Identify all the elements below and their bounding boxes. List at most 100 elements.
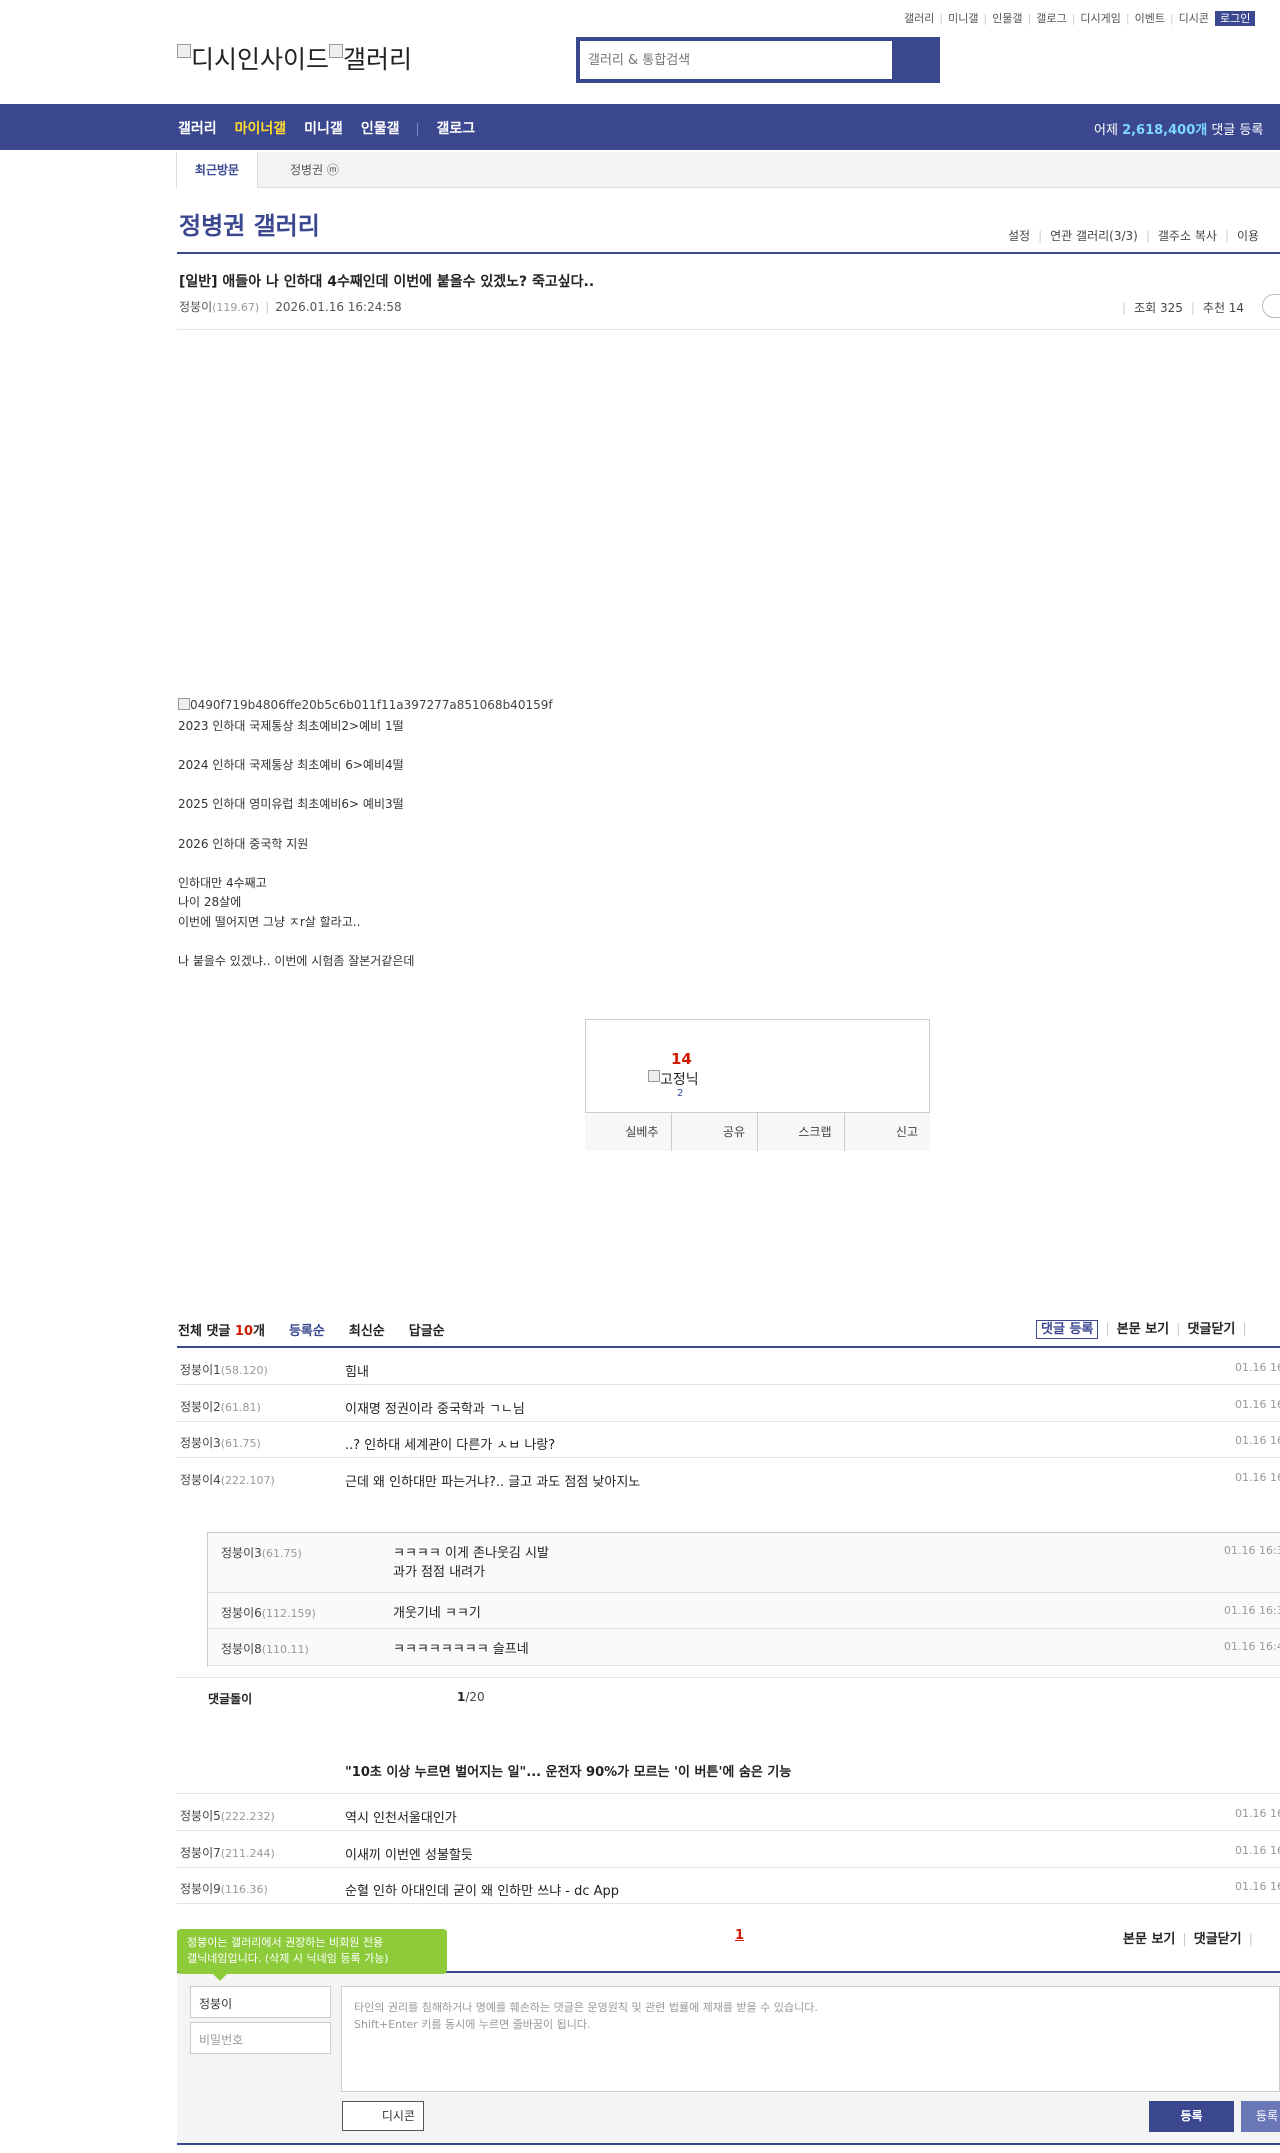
report-button[interactable]: 신고 bbox=[845, 1113, 931, 1151]
comment-stats-prefix: 어제 bbox=[1094, 123, 1123, 138]
pager-actions: 본문 보기 | 댓글닫기 | bbox=[1123, 1932, 1253, 1947]
comment-stats: 어제 2,618,400개 댓글 등록 bbox=[1094, 119, 1263, 138]
fixed-nick-recommend[interactable]: 고정닉 bbox=[648, 1069, 699, 1089]
nickname-field[interactable]: 정붕이 bbox=[190, 1986, 331, 2018]
nav-gallery[interactable]: 갤러리 bbox=[178, 121, 217, 137]
comment-nick-name: 정붕이2 bbox=[180, 1400, 221, 1414]
site-logo[interactable]: 디시인사이드 갤러리 bbox=[177, 40, 412, 76]
share-button[interactable]: 공유 bbox=[672, 1113, 758, 1151]
comment-text: 역시 인천서울대인가 bbox=[345, 1811, 457, 1826]
comment-ip: (222.232) bbox=[220, 1810, 275, 1823]
comment-text: ..? 인하대 세계관이 다른가 ㅅㅂ 나랑? bbox=[345, 1438, 556, 1453]
broken-image-icon bbox=[648, 1070, 660, 1082]
comment-nick[interactable]: 정붕이3(61.75) bbox=[180, 1434, 261, 1451]
view-post-button[interactable]: 본문 보기 bbox=[1117, 1322, 1169, 1337]
comment-row: 정붕이4(222.107) 근데 왜 인하대만 파는거냐?.. 글고 과도 점점… bbox=[177, 1458, 1280, 1532]
reply-nick[interactable]: 정붕이6(112.159) bbox=[221, 1604, 316, 1621]
comment-nick[interactable]: 정붕이5(222.232) bbox=[180, 1807, 275, 1824]
password-field[interactable]: 비밀번호 bbox=[190, 2022, 331, 2054]
comment-text: 이재명 정권이라 중국학과 ㄱㄴ님 bbox=[345, 1402, 525, 1417]
top-link-gallery[interactable]: 갤러리 bbox=[904, 12, 934, 25]
bottom-divider bbox=[177, 2143, 1280, 2145]
comments-total-prefix: 전체 댓글 bbox=[178, 1324, 235, 1339]
comment-ip: (58.120) bbox=[220, 1364, 268, 1377]
recent-visit-item[interactable]: 정병권 ⓜ bbox=[290, 152, 339, 188]
comment-nick-name: 정붕이7 bbox=[180, 1846, 221, 1860]
best-recommend-button[interactable]: 실베추 bbox=[585, 1113, 672, 1151]
scrap-button[interactable]: 스크랩 bbox=[758, 1113, 845, 1151]
comment-row: 정붕이7(211.244) 이새끼 이번엔 성불할듯 01.16 16 bbox=[177, 1831, 1280, 1868]
usage-link[interactable]: 이용 bbox=[1237, 229, 1259, 243]
comment-bot-page-total: /20 bbox=[465, 1690, 485, 1704]
top-link-event[interactable]: 이벤트 bbox=[1135, 12, 1165, 25]
nav-gallog[interactable]: 갤로그 bbox=[436, 121, 475, 137]
view-post-button-bottom[interactable]: 본문 보기 bbox=[1123, 1932, 1175, 1947]
top-link-gallog[interactable]: 갤로그 bbox=[1036, 12, 1066, 25]
comment-nick[interactable]: 정붕이4(222.107) bbox=[180, 1471, 275, 1488]
recent-visit-bar: 최근방문 정병권 ⓜ bbox=[176, 152, 1280, 188]
nav-person-gallery[interactable]: 인물갤 bbox=[361, 121, 400, 137]
gallery-title[interactable]: 정병권 갤러리 bbox=[179, 206, 320, 241]
related-gallery-link[interactable]: 연관 갤러리(3/3) bbox=[1050, 229, 1138, 243]
comment-date: 01.16 16 bbox=[1235, 1471, 1280, 1484]
top-link-mini[interactable]: 미니갤 bbox=[948, 12, 978, 25]
post-author[interactable]: 정붕이 bbox=[179, 300, 212, 314]
comments-total-count: 10 bbox=[234, 1324, 253, 1339]
comment-nick[interactable]: 정붕이1(58.120) bbox=[180, 1361, 268, 1378]
reply-ip: (110.11) bbox=[261, 1643, 309, 1656]
top-link-dccon[interactable]: 디시콘 bbox=[1179, 12, 1209, 25]
recent-visit-label: 최근방문 bbox=[176, 152, 258, 188]
comment-ip: (211.244) bbox=[220, 1847, 275, 1860]
broken-image-icon bbox=[177, 44, 191, 58]
gallery-divider bbox=[177, 252, 1280, 254]
post-stats: | 조회 325 | 추천 14 bbox=[1122, 301, 1245, 315]
comment-nick[interactable]: 정붕이2(61.81) bbox=[180, 1398, 261, 1415]
comment-nick[interactable]: 정붕이7(211.244) bbox=[180, 1844, 275, 1861]
reply-row: 정붕이3(61.75) ㅋㅋㅋㅋ 이게 존나웃김 시발 과가 점점 내려가 01… bbox=[207, 1533, 1280, 1593]
copy-gallery-url-link[interactable]: 갤주소 복사 bbox=[1158, 229, 1217, 243]
comments-total-suffix: 개 bbox=[253, 1324, 265, 1339]
comments-actions: 댓글 등록 | 본문 보기 | 댓글닫기 | bbox=[1036, 1318, 1254, 1339]
post-title: [일반] 애들아 나 인하대 4수째인데 이번에 붙을수 있겠노? 죽고싶다.. bbox=[179, 274, 595, 290]
submit-recommend-button[interactable]: 등록 bbox=[1241, 2101, 1280, 2132]
search-input[interactable] bbox=[580, 41, 890, 79]
close-comments-button-bottom[interactable]: 댓글닫기 bbox=[1194, 1932, 1242, 1947]
nav-mini-gallery[interactable]: 미니갤 bbox=[304, 121, 343, 137]
reply-ip: (61.75) bbox=[261, 1547, 302, 1560]
ad-headline[interactable]: "10초 이상 누르면 벌어지는 일"... 운전자 90%가 모르는 '이 버… bbox=[345, 1761, 791, 1780]
nickname-tooltip: 정붕이는 갤러리에서 권장하는 비회원 전용 갤닉네임입니다. (삭제 시 닉네… bbox=[177, 1929, 447, 1981]
comment-stats-count: 2,618,400개 bbox=[1122, 123, 1208, 138]
comment-date: 01.16 16 bbox=[1235, 1434, 1280, 1447]
top-links: 갤러리 | 미니갤 | 인물갤 | 갤로그 | 디시게임 | 이벤트 | 디시콘 로그인 bbox=[904, 10, 1256, 26]
post-date: 2026.01.16 16:24:58 bbox=[275, 300, 402, 314]
comment-page-current[interactable]: 1 bbox=[735, 1928, 744, 1943]
top-link-game[interactable]: 디시게임 bbox=[1080, 12, 1120, 25]
comment-textarea[interactable]: 타인의 권리를 침해하거나 명예를 훼손하는 댓글은 운영원칙 및 관련 법률에… bbox=[341, 1986, 1280, 2092]
gallery-settings-link[interactable]: 설정 bbox=[1008, 229, 1030, 243]
submit-comment-button[interactable]: 등록 bbox=[1149, 2101, 1234, 2132]
top-link-person[interactable]: 인물갤 bbox=[992, 12, 1022, 25]
write-comment-button[interactable]: 댓글 등록 bbox=[1036, 1320, 1099, 1339]
sort-by-registered[interactable]: 등록순 bbox=[289, 1324, 325, 1339]
login-button[interactable]: 로그인 bbox=[1215, 11, 1256, 26]
nav-minor-gallery[interactable]: 마이너갤 bbox=[235, 121, 287, 137]
reply-nick-name: 정붕이8 bbox=[221, 1642, 262, 1656]
reply-nick-name: 정붕이6 bbox=[221, 1606, 262, 1620]
search-box bbox=[576, 37, 940, 83]
reply-nick[interactable]: 정붕이3(61.75) bbox=[221, 1544, 302, 1561]
comment-text: 근데 왜 인하대만 파는거냐?.. 글고 과도 점점 낮아지노 bbox=[345, 1475, 641, 1490]
sort-by-replies[interactable]: 답글순 bbox=[409, 1324, 445, 1339]
reply-date: 01.16 16:3 bbox=[1224, 1604, 1280, 1617]
comment-row: 정붕이9(116.36) 순혈 인하 아대인데 굳이 왜 인하만 쓰냐 - dc… bbox=[177, 1867, 1280, 1904]
comment-nick[interactable]: 정붕이9(116.36) bbox=[180, 1880, 268, 1897]
dccon-button[interactable]: 디시콘 bbox=[342, 2101, 424, 2131]
close-comments-button[interactable]: 댓글닫기 bbox=[1188, 1322, 1236, 1337]
reply-row: 정붕이6(112.159) 개웃기네 ㅋㅋ기 01.16 16:3 bbox=[207, 1593, 1280, 1629]
post-more-button[interactable] bbox=[1262, 294, 1280, 318]
comment-ip: (61.75) bbox=[220, 1437, 261, 1450]
comment-stats-suffix: 댓글 등록 bbox=[1207, 123, 1264, 138]
sort-by-latest[interactable]: 최신순 bbox=[349, 1324, 385, 1339]
comment-nick-name: 정붕이4 bbox=[180, 1473, 221, 1487]
search-button[interactable] bbox=[892, 41, 936, 79]
reply-nick[interactable]: 정붕이8(110.11) bbox=[221, 1640, 309, 1657]
